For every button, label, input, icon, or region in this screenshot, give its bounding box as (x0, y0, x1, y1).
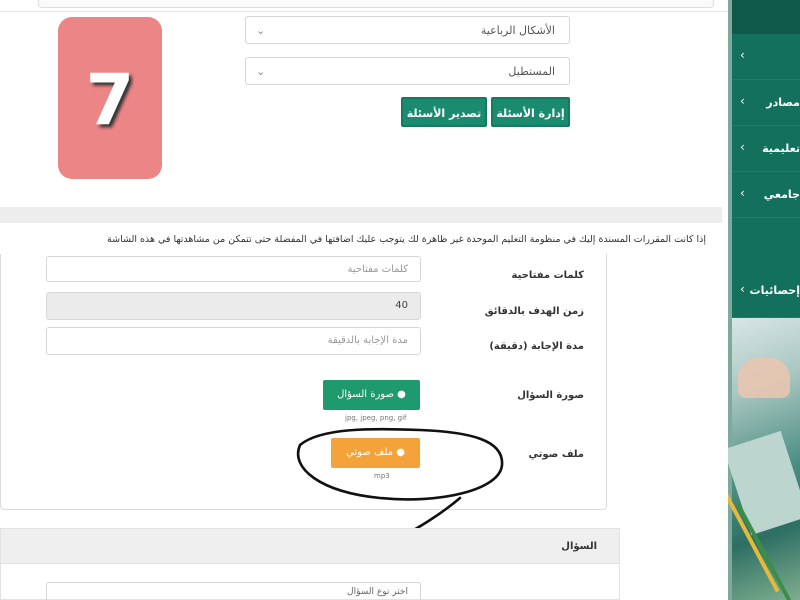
answer-duration-input[interactable]: مدة الإجابة بالدقيقة (46, 327, 421, 355)
shape-select[interactable]: الأشكال الرباعية ⌄ (245, 16, 570, 44)
sidebar-item-statistics[interactable]: إحصائيات ‹ (732, 218, 800, 318)
audio-file-label: ملف صوتي (528, 449, 584, 460)
chevron-left-icon: ‹ (740, 282, 745, 296)
target-time-label: زمن الهدف بالدقائق (484, 306, 584, 317)
question-type-value: اختر نوع السؤال (347, 587, 408, 597)
notice-text: إذا كانت المقررات المسندة إليك في منظومة… (107, 234, 706, 245)
question-image-label: صورة السؤال (517, 390, 584, 401)
top-frame (0, 0, 728, 12)
section-divider (0, 207, 722, 223)
chevron-down-icon: ⌄ (256, 24, 266, 37)
question-image-hint: jpg, jpeg, png, gif (345, 414, 407, 422)
manage-questions-button[interactable]: إدارة الأسئلة (491, 97, 570, 127)
upload-icon: ● (397, 389, 406, 400)
step-number-badge: 7 (58, 17, 162, 179)
keywords-input[interactable]: كلمات مفتاحية (46, 256, 421, 282)
photo-hand (738, 358, 790, 398)
export-questions-button[interactable]: تصدير الأسئلة (401, 97, 487, 127)
chevron-left-icon: ‹ (740, 94, 745, 108)
step-number: 7 (85, 59, 135, 141)
target-time-input[interactable]: 40 (46, 292, 421, 320)
sidebar-item-label: جامعي (763, 188, 800, 201)
sidebar-item-educational[interactable]: تعليمية ‹ (732, 126, 800, 172)
chevron-left-icon: ‹ (740, 186, 745, 200)
question-image-button-label: صورة السؤال (337, 389, 394, 400)
chevron-down-icon: ⌄ (256, 65, 266, 78)
sidebar-decorative-photo (728, 318, 800, 600)
keywords-label: كلمات مفتاحية (511, 270, 584, 281)
sidebar-item-label: مصادر (766, 96, 800, 109)
answer-duration-label: مدة الإجابة (دقيقة) (489, 341, 584, 352)
subshape-select-value: المستطيل (508, 65, 555, 78)
sidebar: ‹ مصادر ‹ تعليمية ‹ جامعي ‹ إحصائيات ‹ (728, 0, 800, 600)
sidebar-item-label: تعليمية (762, 142, 800, 155)
audio-button-label: ملف صوتي (346, 447, 394, 458)
upload-icon: ● (396, 447, 405, 458)
sidebar-item-1[interactable]: ‹ (732, 34, 800, 80)
audio-file-upload-button[interactable]: ● ملف صوتي (331, 438, 420, 468)
sidebar-item-university[interactable]: جامعي ‹ (732, 172, 800, 218)
subshape-select[interactable]: المستطيل ⌄ (245, 57, 570, 85)
question-image-upload-button[interactable]: ● صورة السؤال (323, 380, 420, 410)
shape-select-value: الأشكال الرباعية (480, 24, 555, 37)
sidebar-item-sources[interactable]: مصادر ‹ (732, 80, 800, 126)
question-section-title: السؤال (561, 541, 597, 552)
chevron-left-icon: ‹ (740, 48, 745, 62)
audio-file-hint: mp3 (374, 472, 390, 480)
chevron-left-icon: ‹ (740, 140, 745, 154)
sidebar-item-label: إحصائيات (749, 284, 800, 297)
top-card-edge (38, 0, 714, 8)
question-type-select[interactable]: اختر نوع السؤال (46, 582, 421, 600)
question-section-header: السؤال (0, 528, 620, 564)
